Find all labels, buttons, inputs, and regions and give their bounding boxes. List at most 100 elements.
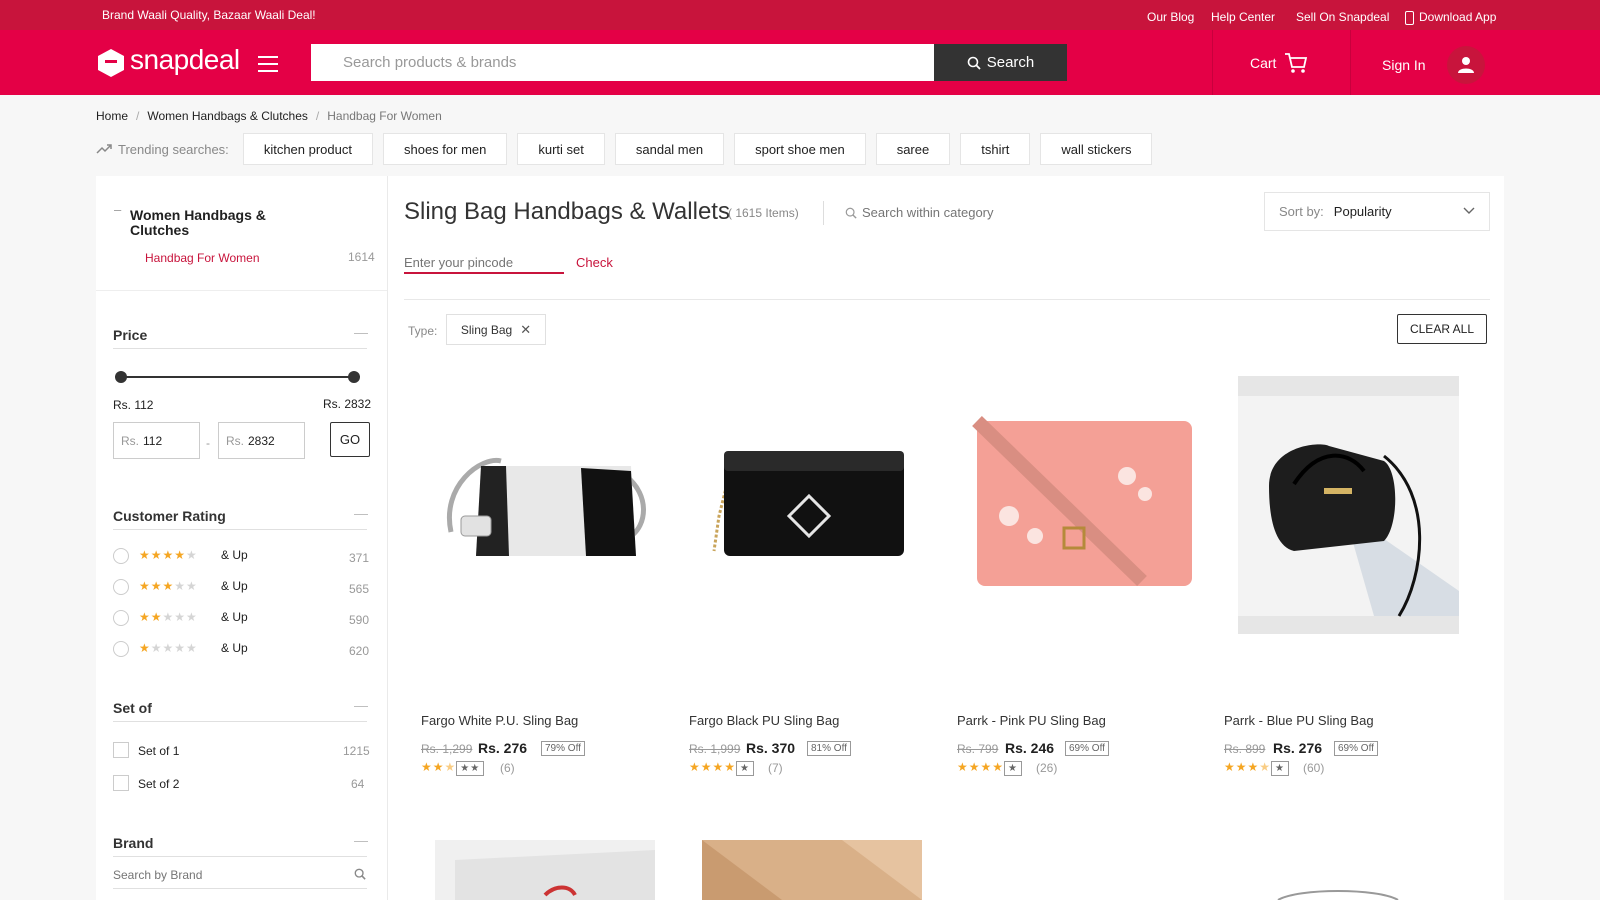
product-review-count: (26) xyxy=(1036,761,1058,775)
trending-chip[interactable]: kurti set xyxy=(517,133,605,165)
rating-radio[interactable] xyxy=(113,641,129,657)
rating-option-1[interactable]: ★★★★★ & Up 620 xyxy=(113,639,369,659)
price-go-button[interactable]: GO xyxy=(330,422,370,457)
rating-option-3[interactable]: ★★★★★ & Up 565 xyxy=(113,577,369,597)
search-button-label: Search xyxy=(986,54,1035,71)
download-app-link[interactable]: Download App xyxy=(1419,10,1496,24)
product-price: Rs. 276 xyxy=(478,740,528,756)
our-blog-link[interactable]: Our Blog xyxy=(1147,10,1194,24)
price-slider-track[interactable] xyxy=(122,376,352,378)
price-slider-max-handle[interactable] xyxy=(348,371,360,383)
category-collapse-icon[interactable]: – xyxy=(114,202,121,217)
search-button[interactable]: Search xyxy=(934,44,1067,81)
rating-radio[interactable] xyxy=(113,610,129,626)
product-image[interactable] xyxy=(689,376,929,636)
product-card[interactable]: Fargo Black PU Sling Bag Rs. 1,999 Rs. 3… xyxy=(689,376,929,776)
price-collapse-icon[interactable]: — xyxy=(354,324,368,340)
product-review-count: (7) xyxy=(768,761,783,775)
cart-button[interactable]: Cart xyxy=(1250,52,1308,74)
trending-chip[interactable]: tshirt xyxy=(960,133,1031,165)
rating-option-2[interactable]: ★★★★★ & Up 590 xyxy=(113,608,369,628)
breadcrumb-women-handbags[interactable]: Women Handbags & Clutches xyxy=(147,109,308,123)
product-card[interactable]: Fargo White P.U. Sling Bag Rs. 1,299 Rs.… xyxy=(421,376,661,776)
setof-option[interactable]: Set of 1 1215 xyxy=(113,742,370,760)
setof-checkbox[interactable] xyxy=(113,742,129,758)
product-image[interactable] xyxy=(702,840,922,900)
pincode-input[interactable] xyxy=(404,252,564,274)
pincode-check-button[interactable]: Check xyxy=(576,255,613,270)
divider xyxy=(96,290,387,291)
price-filter-title: Price xyxy=(113,327,148,343)
price-min-field[interactable]: Rs. 112 xyxy=(113,422,200,459)
product-image[interactable] xyxy=(957,376,1197,636)
hamburger-icon[interactable] xyxy=(258,56,278,72)
breadcrumb-separator: / xyxy=(315,109,320,123)
search-within-category-input[interactable] xyxy=(862,202,1062,222)
product-rating-stars: ★★★★★ xyxy=(421,760,485,776)
rs-prefix: Rs. xyxy=(226,433,244,448)
trending-icon xyxy=(96,144,112,154)
help-center-link[interactable]: Help Center xyxy=(1211,10,1275,24)
product-discount-badge: 79% Off xyxy=(541,741,585,756)
setof-option[interactable]: Set of 2 64 xyxy=(113,775,367,793)
rating-suffix: & Up xyxy=(221,548,248,562)
product-image[interactable] xyxy=(421,376,661,636)
rating-suffix: & Up xyxy=(221,641,248,655)
product-title[interactable]: Fargo Black PU Sling Bag xyxy=(689,713,839,728)
brand-collapse-icon[interactable]: — xyxy=(354,832,368,848)
snapdeal-logo-icon[interactable] xyxy=(96,48,126,78)
sort-dropdown[interactable]: Sort by: Popularity xyxy=(1264,192,1490,231)
subcategory-count: 1614 xyxy=(348,250,375,264)
product-rating-stars: ★★★★★ xyxy=(689,760,754,776)
clear-all-button[interactable]: CLEAR ALL xyxy=(1397,314,1487,344)
trending-chip[interactable]: sandal men xyxy=(614,133,725,165)
breadcrumb-separator: / xyxy=(136,109,140,123)
rating-stars: ★★★★★ xyxy=(139,641,198,655)
breadcrumb-current: Handbag For Women xyxy=(327,109,442,123)
sign-in-link[interactable]: Sign In xyxy=(1382,57,1426,73)
setof-collapse-icon[interactable]: — xyxy=(354,697,368,713)
search-icon[interactable] xyxy=(354,868,366,880)
category-title[interactable]: Women Handbags & Clutches xyxy=(130,208,300,238)
breadcrumb-home[interactable]: Home xyxy=(96,109,128,123)
trending-chip[interactable]: sport shoe men xyxy=(734,133,866,165)
brand-search-underline xyxy=(113,888,367,889)
breadcrumb: Home / Women Handbags & Clutches / Handb… xyxy=(96,109,442,123)
product-image[interactable] xyxy=(1224,376,1464,636)
product-review-count: (60) xyxy=(1303,761,1325,775)
search-input[interactable] xyxy=(311,44,934,81)
user-icon[interactable] xyxy=(1447,46,1485,84)
search-icon xyxy=(845,207,857,219)
product-price: Rs. 370 xyxy=(746,740,796,756)
rating-suffix: & Up xyxy=(221,610,248,624)
close-icon[interactable]: ✕ xyxy=(520,322,531,338)
subcategory-link[interactable]: Handbag For Women xyxy=(145,251,260,265)
brand-search-input[interactable] xyxy=(113,864,343,886)
rating-radio[interactable] xyxy=(113,579,129,595)
setof-checkbox[interactable] xyxy=(113,775,129,791)
product-title[interactable]: Parrk - Pink PU Sling Bag xyxy=(957,713,1106,728)
product-image[interactable] xyxy=(1258,884,1418,900)
rating-option-4[interactable]: ★★★★★ & Up 371 xyxy=(113,546,369,566)
mobile-icon xyxy=(1405,11,1414,25)
product-card[interactable]: Parrk - Pink PU Sling Bag Rs. 799 Rs. 24… xyxy=(957,376,1197,776)
rating-collapse-icon[interactable]: — xyxy=(354,505,368,521)
brand-filter-title: Brand xyxy=(113,835,154,851)
trending-chip[interactable]: saree xyxy=(875,133,951,165)
trending-chip[interactable]: wall stickers xyxy=(1040,133,1153,165)
rating-radio[interactable] xyxy=(113,548,129,564)
setof-label: Set of 1 xyxy=(138,744,180,758)
snapdeal-logo-text[interactable]: snapdeal xyxy=(130,44,240,76)
product-title[interactable]: Parrk - Blue PU Sling Bag xyxy=(1224,713,1374,728)
rating-stars: ★★★★★ xyxy=(139,548,198,562)
price-max-field[interactable]: Rs. 2832 xyxy=(218,422,305,459)
active-filter-chip[interactable]: Sling Bag ✕ xyxy=(446,314,546,345)
sell-on-snapdeal-link[interactable]: Sell On Snapdeal xyxy=(1296,10,1389,24)
product-card[interactable]: Parrk - Blue PU Sling Bag Rs. 899 Rs. 27… xyxy=(1224,376,1464,776)
trending-chip[interactable]: kitchen product xyxy=(242,133,373,165)
trending-chip[interactable]: shoes for men xyxy=(382,133,508,165)
product-image[interactable] xyxy=(435,840,655,900)
price-slider-min-handle[interactable] xyxy=(115,371,127,383)
product-title[interactable]: Fargo White P.U. Sling Bag xyxy=(421,713,578,728)
product-rating-stars: ★★★★★ xyxy=(1224,760,1290,776)
